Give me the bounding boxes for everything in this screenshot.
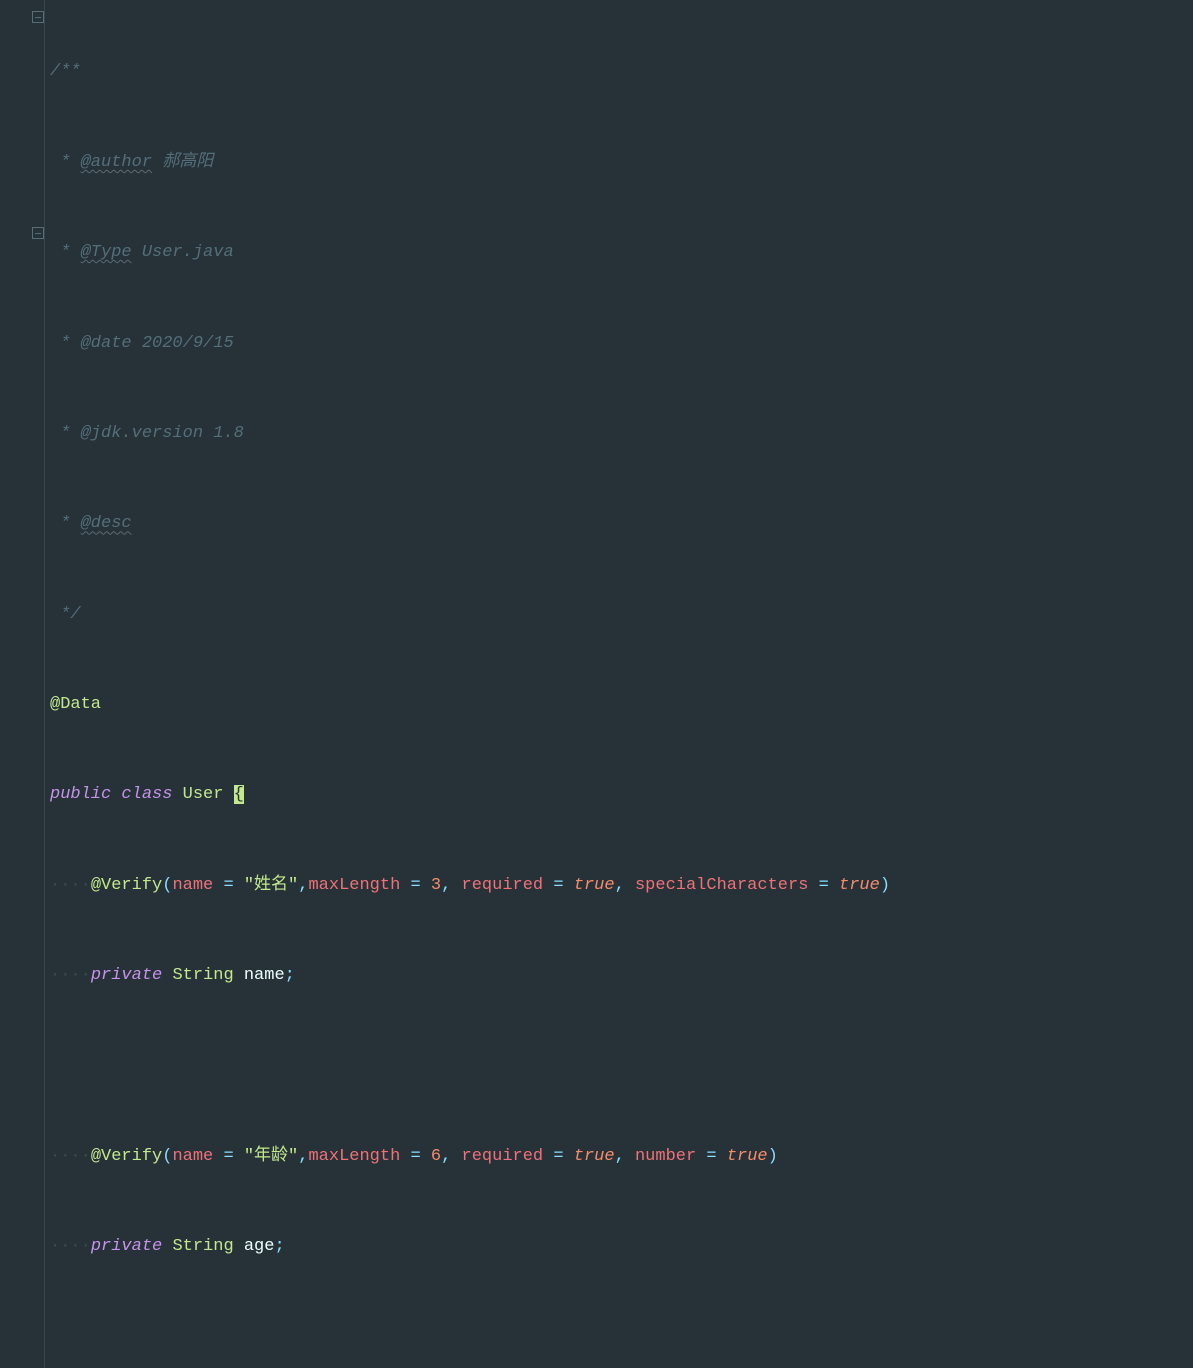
code-line[interactable]: ····@Verify(name = "年龄",maxLength = 6, r… [50, 1139, 1193, 1175]
code-line[interactable]: * @desc [50, 506, 1193, 542]
code-line[interactable]: * @author 郝高阳 [50, 145, 1193, 181]
keyword-public: public [50, 785, 111, 804]
code-line[interactable]: ····private String name; [50, 958, 1193, 994]
annotation-verify: @Verify [91, 1147, 162, 1166]
code-line[interactable]: ····private String age; [50, 1229, 1193, 1265]
code-editor[interactable]: /** * @author 郝高阳 * @Type User.java * @d… [0, 0, 1193, 1368]
code-line[interactable]: @Data [50, 687, 1193, 723]
annotation-verify: @Verify [91, 876, 162, 895]
code-line[interactable]: ····@Verify(name = "姓名",maxLength = 3, r… [50, 868, 1193, 904]
code-line[interactable] [50, 1049, 1193, 1085]
brace-open: { [234, 785, 244, 804]
doc-tag-type: @Type [81, 243, 132, 262]
code-line[interactable]: /** [50, 54, 1193, 90]
code-line[interactable]: * @jdk.version 1.8 [50, 416, 1193, 452]
annotation-data: @Data [50, 695, 101, 714]
code-line[interactable] [50, 1320, 1193, 1356]
fold-icon[interactable] [32, 11, 44, 23]
field-name: name [244, 966, 285, 985]
doc-open: /** [50, 62, 81, 81]
gutter [0, 0, 45, 1368]
doc-tag-jdk: @jdk.version [81, 424, 203, 443]
doc-close: */ [60, 605, 80, 624]
fold-icon[interactable] [32, 227, 44, 239]
code-line[interactable]: public class User { [50, 777, 1193, 813]
keyword-class: class [121, 785, 172, 804]
code-line[interactable]: */ [50, 597, 1193, 633]
field-age: age [244, 1237, 275, 1256]
code-line[interactable]: * @Type User.java [50, 235, 1193, 271]
class-name: User [183, 785, 224, 804]
code-area[interactable]: /** * @author 郝高阳 * @Type User.java * @d… [0, 0, 1193, 1368]
doc-tag-date: @date [81, 334, 132, 353]
doc-tag-author: @author [81, 153, 152, 172]
code-line[interactable]: * @date 2020/9/15 [50, 326, 1193, 362]
doc-tag-desc: @desc [81, 514, 132, 533]
